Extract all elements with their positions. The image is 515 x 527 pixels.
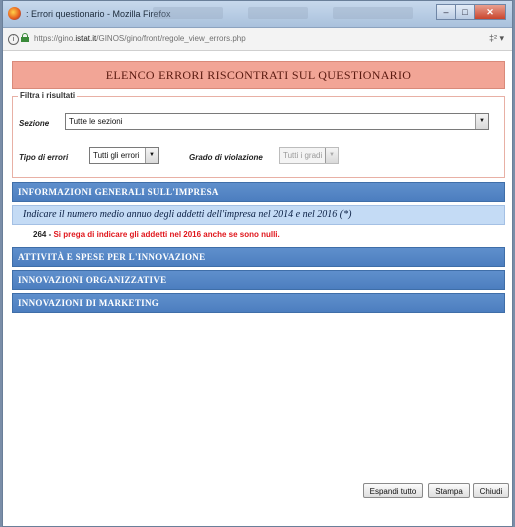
error-item: 264 - Si prega di indicare gli addetti n… [12, 225, 505, 244]
close-icon[interactable]: ✕ [474, 4, 506, 20]
window-title: : Errori questionario - Mozilla Firefox [26, 9, 171, 19]
blurred-tab [153, 7, 223, 19]
section-attivita-spese[interactable]: ATTIVITÀ E SPESE PER L'INNOVAZIONE [12, 247, 505, 267]
tipo-errori-label: Tipo di errori [19, 153, 69, 162]
browser-window: : Errori questionario - Mozilla Firefox … [2, 0, 513, 527]
grado-violazione-label: Grado di violazione [189, 153, 263, 162]
print-button[interactable]: Stampa [428, 483, 470, 498]
info-icon[interactable]: i [8, 34, 19, 45]
grado-violazione-value: Tutti i gradi [283, 151, 323, 160]
sezione-select[interactable]: Tutte le sezioni ▼ [65, 113, 489, 130]
sezione-label: Sezione [19, 119, 50, 128]
dropdown-arrow-icon[interactable]: ▼ [145, 148, 158, 163]
page-actions-icon[interactable]: ‡² ▾ [489, 33, 504, 44]
filter-panel: Filtra i risultati Sezione Tutte le sezi… [12, 91, 505, 178]
lock-icon[interactable] [21, 33, 29, 42]
url-text[interactable]: https://gino.istat.it/GINOS/gino/front/r… [34, 34, 246, 43]
grado-violazione-select: Tutti i gradi ▼ [279, 147, 339, 164]
sezione-value: Tutte le sezioni [69, 117, 123, 126]
tipo-errori-select[interactable]: Tutti gli errori ▼ [89, 147, 159, 164]
title-bar: : Errori questionario - Mozilla Firefox … [3, 1, 512, 28]
window-controls: – □ ✕ [436, 4, 506, 20]
filter-legend: Filtra i risultati [18, 91, 78, 100]
page-title: ELENCO ERRORI RISCONTRATI SUL QUESTIONAR… [12, 61, 505, 89]
dropdown-arrow-icon[interactable]: ▼ [475, 114, 488, 129]
subsection-addetti[interactable]: Indicare il numero medio annuo degli add… [12, 205, 505, 225]
blurred-tab [248, 7, 308, 19]
error-message: Si prega di indicare gli addetti nel 201… [53, 230, 280, 239]
firefox-icon [8, 7, 21, 20]
section-informazioni-generali[interactable]: INFORMAZIONI GENERALI SULL'IMPRESA [12, 182, 505, 202]
section-innovazioni-organizzative[interactable]: INNOVAZIONI ORGANIZZATIVE [12, 270, 505, 290]
maximize-icon[interactable]: □ [455, 4, 475, 20]
blurred-tab [333, 7, 413, 19]
address-bar[interactable]: i https://gino.istat.it/GINOS/gino/front… [3, 28, 512, 51]
minimize-icon[interactable]: – [436, 4, 456, 20]
error-code: 264 - [33, 230, 52, 239]
close-button[interactable]: Chiudi [473, 483, 509, 498]
section-innovazioni-marketing[interactable]: INNOVAZIONI DI MARKETING [12, 293, 505, 313]
page-content: ELENCO ERRORI RISCONTRATI SUL QUESTIONAR… [12, 61, 505, 313]
expand-all-button[interactable]: Espandi tutto [363, 483, 423, 498]
tipo-errori-value: Tutti gli errori [93, 151, 140, 160]
dropdown-arrow-icon: ▼ [325, 148, 338, 163]
